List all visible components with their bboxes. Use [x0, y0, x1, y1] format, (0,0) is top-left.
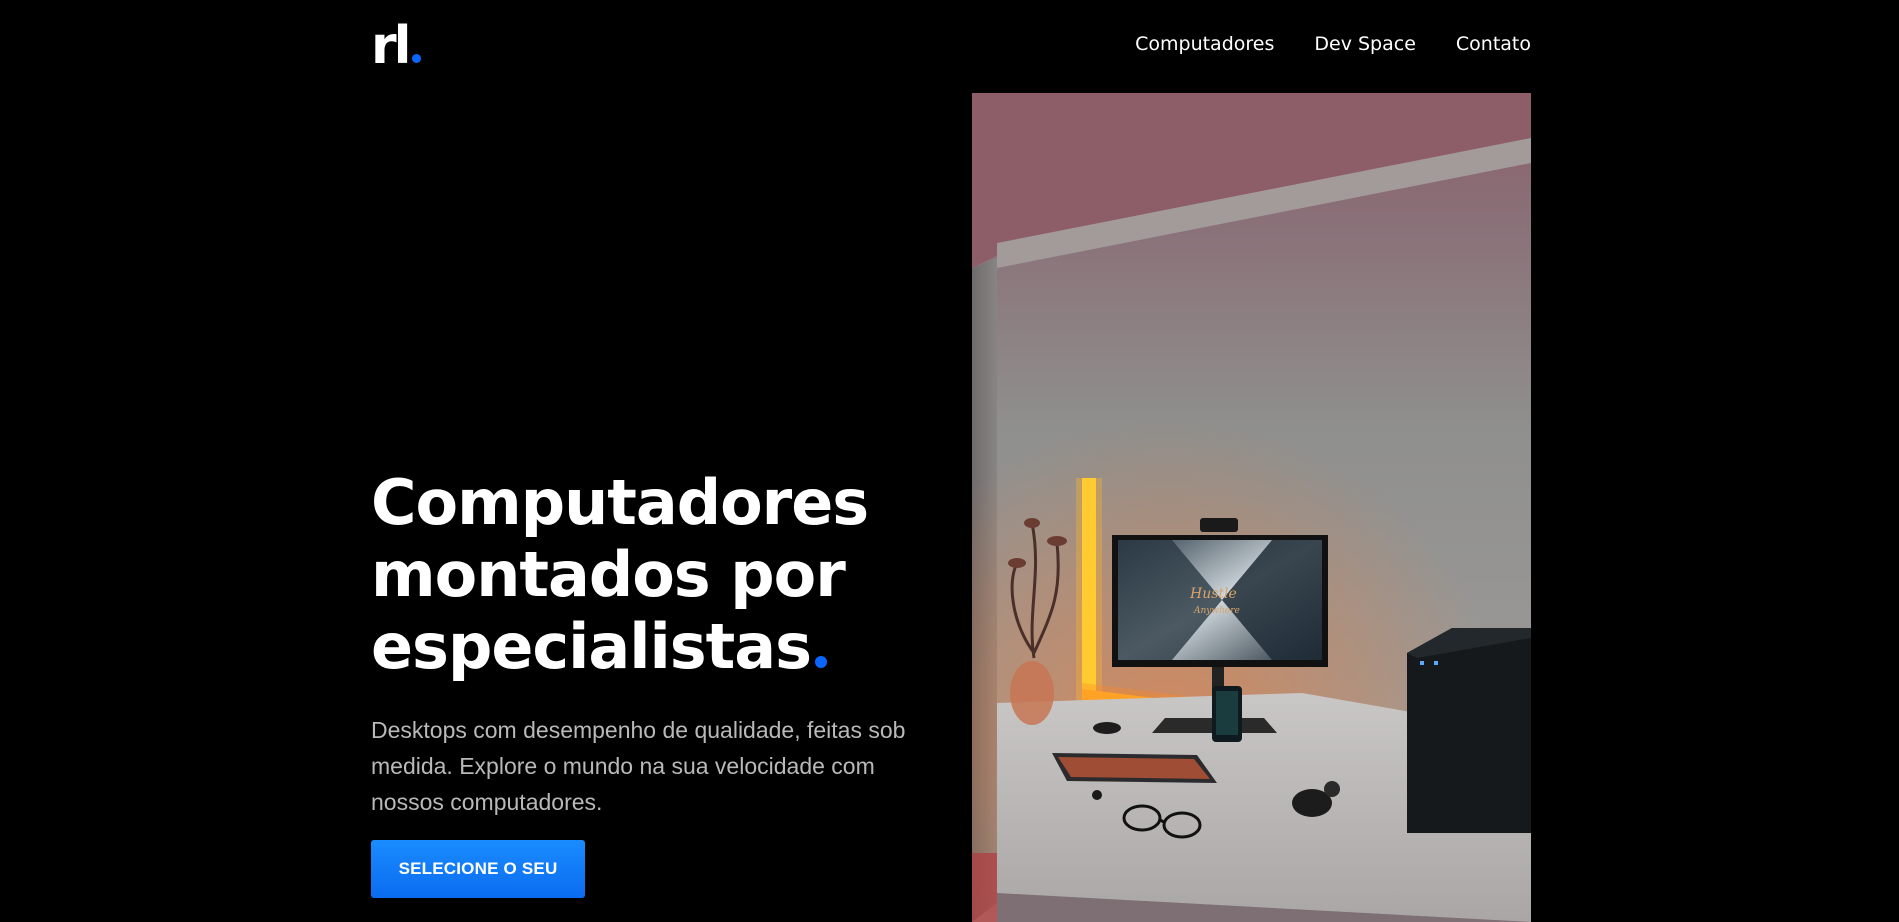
site-logo[interactable]: rl [371, 16, 422, 76]
hero-title: Computadores montados por especialistas [371, 467, 951, 683]
select-yours-button[interactable]: SELECIONE O SEU [371, 840, 585, 898]
monitor-subtext: Anywhere [1193, 606, 1240, 616]
logo-text: rl [371, 16, 412, 76]
vase [1010, 661, 1054, 725]
hero-image-desk-setup: Hustle Anywhere [972, 93, 1531, 922]
hero-description: Desktops com desempenho de qualidade, fe… [371, 717, 906, 815]
title-accent-dot [815, 656, 828, 668]
pc-case [1407, 628, 1531, 833]
hero-title-line-1: Computadores [371, 466, 869, 539]
logo-dot [412, 54, 422, 63]
monitor-text: Hustle [1189, 586, 1237, 602]
hero-title-line-3-text: especialistas [371, 610, 812, 683]
hero-title-line-2: montados por [371, 538, 846, 611]
nav-link-dev-space[interactable]: Dev Space [1314, 30, 1416, 58]
nav-link-computadores[interactable]: Computadores [1135, 30, 1274, 58]
webcam [1200, 518, 1238, 532]
page: rl Computadores Dev Space Contato Comput… [0, 0, 1899, 922]
hero-title-line-3: especialistas [371, 611, 951, 683]
main-nav: Computadores Dev Space Contato [1135, 30, 1531, 58]
nav-link-contato[interactable]: Contato [1456, 30, 1531, 58]
